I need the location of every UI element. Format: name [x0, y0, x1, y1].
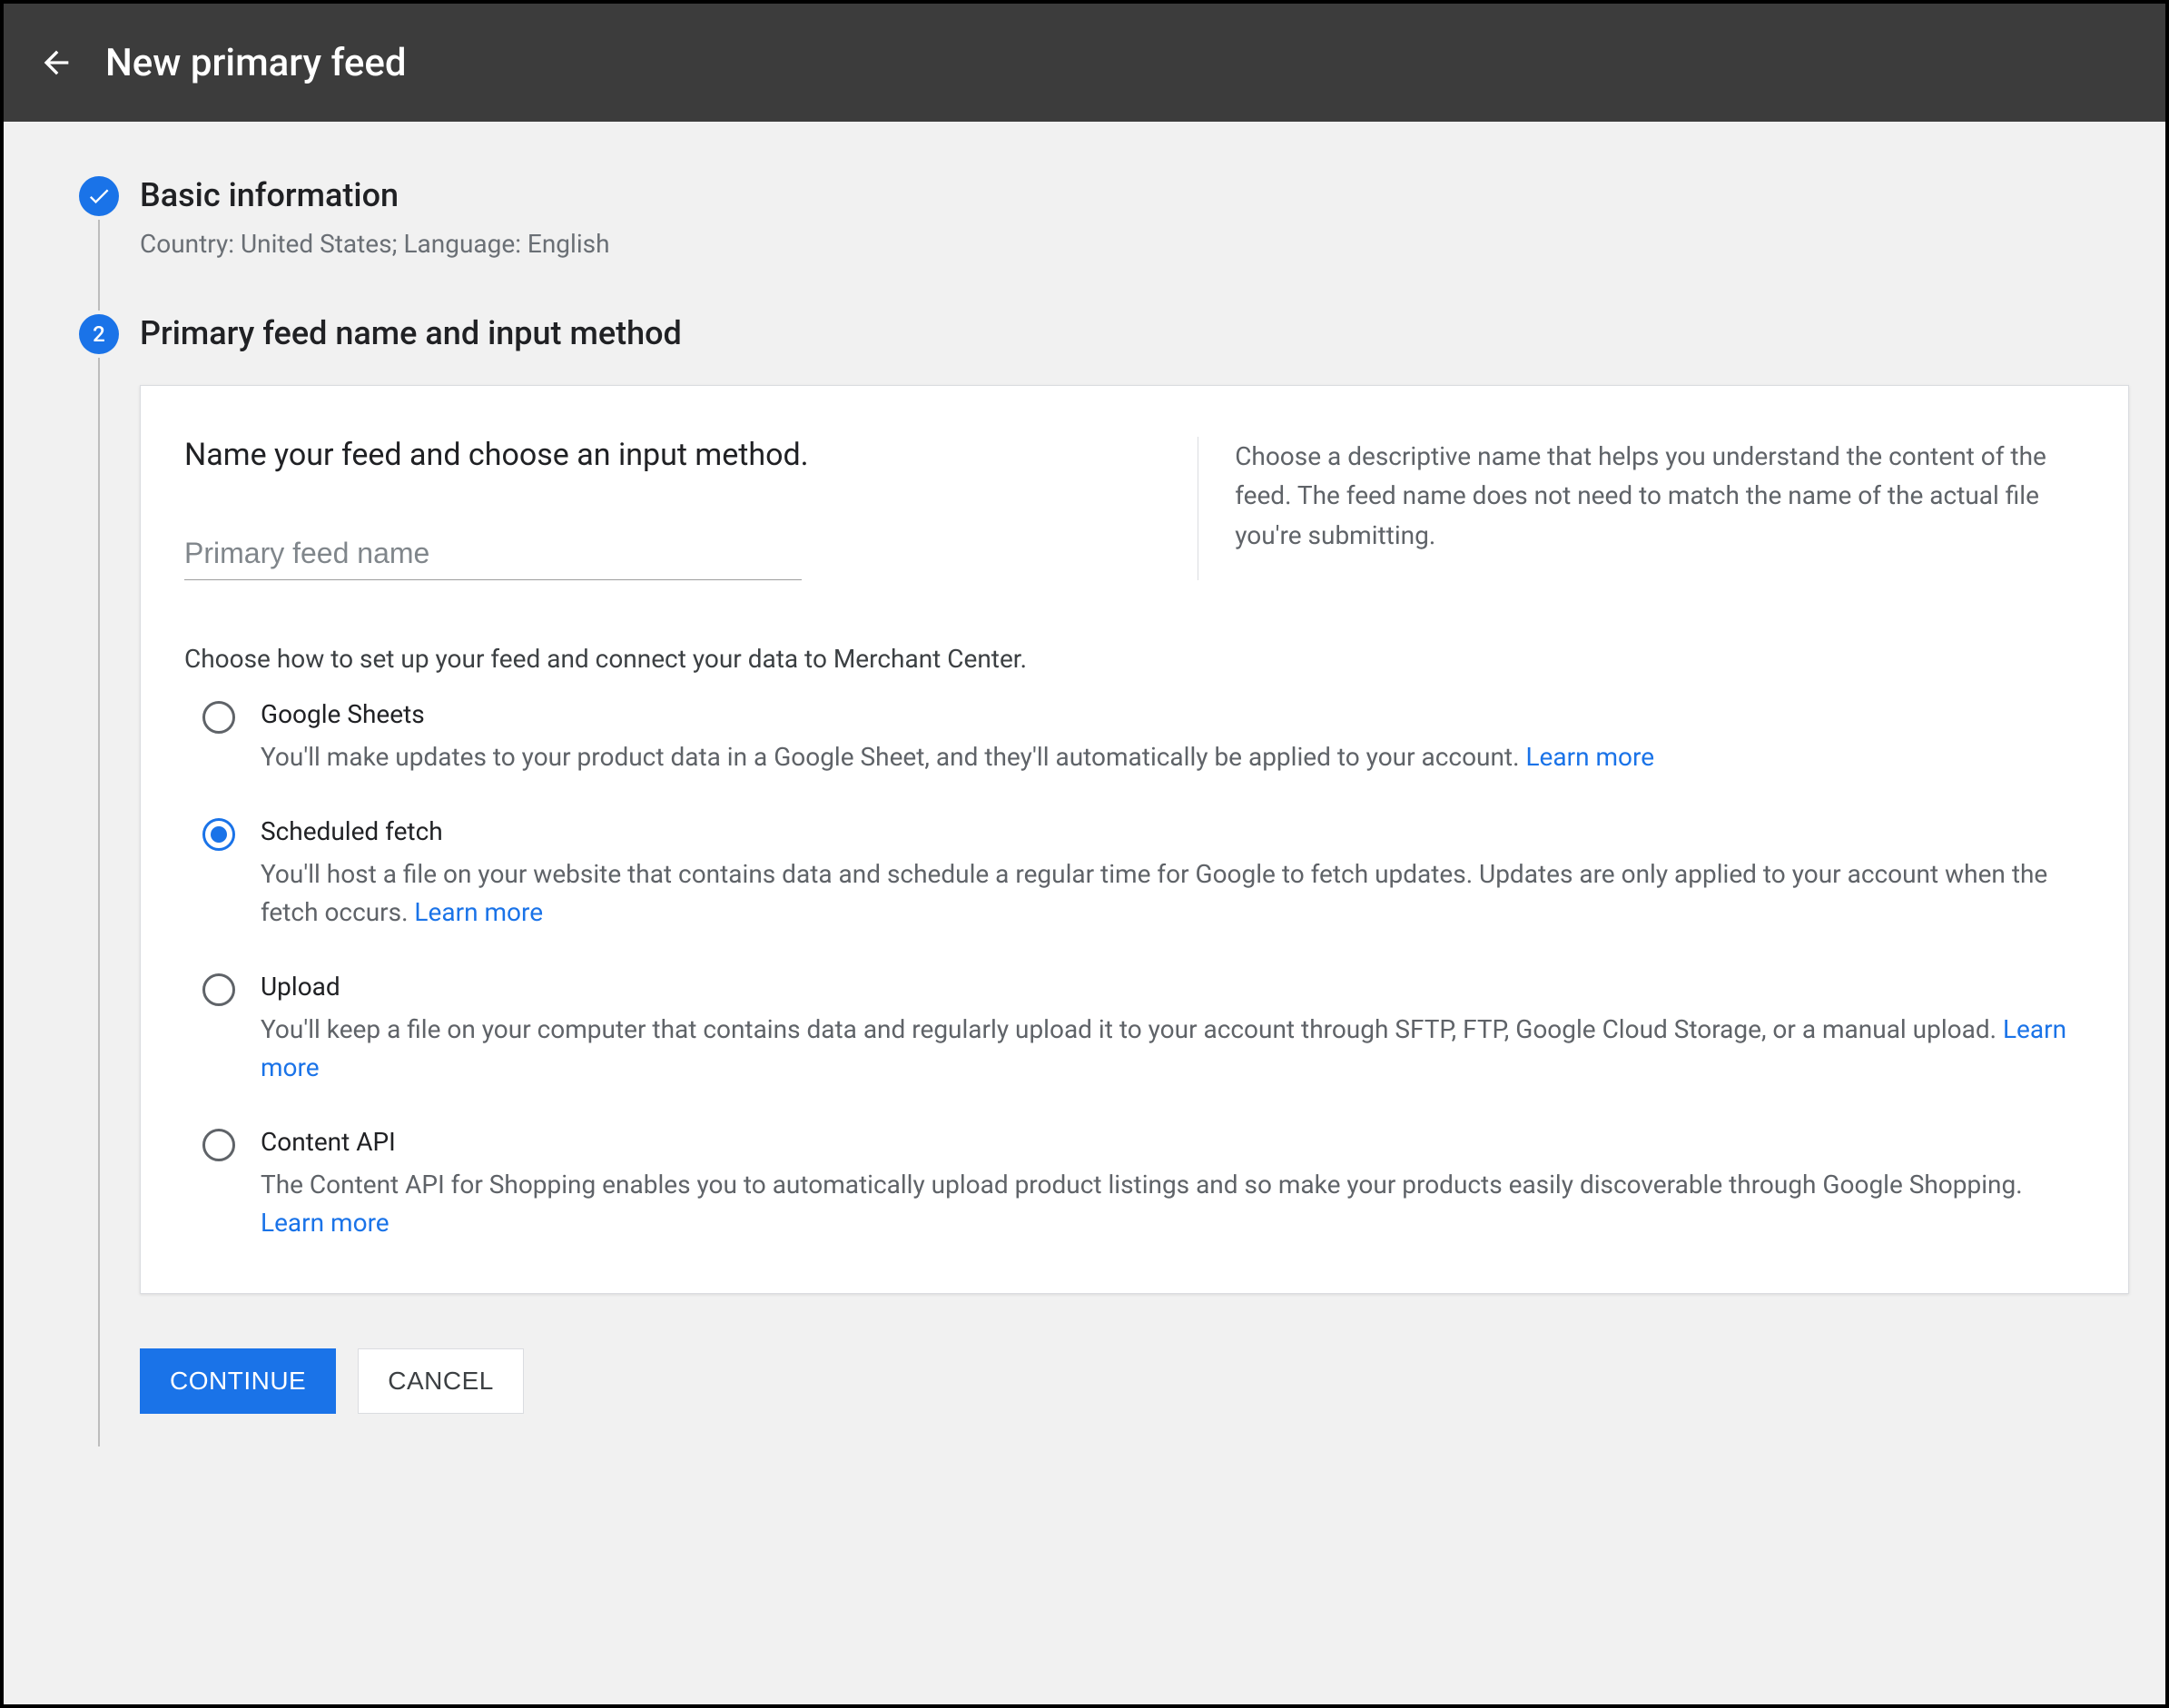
- step-feed-name: 2 Primary feed name and input method Nam…: [58, 314, 2129, 1450]
- step-number-icon: 2: [79, 314, 119, 354]
- cancel-button[interactable]: CANCEL: [358, 1348, 524, 1414]
- radio-description: You'll host a file on your website that …: [261, 855, 2085, 932]
- radio-option-upload[interactable]: Upload You'll keep a file on your comput…: [202, 972, 2085, 1087]
- step1-title: Basic information: [140, 176, 2129, 214]
- radio-title: Content API: [261, 1127, 2085, 1157]
- card-heading: Name your feed and choose an input metho…: [184, 437, 1161, 473]
- radio-icon: [202, 1129, 235, 1161]
- back-button[interactable]: [29, 35, 84, 90]
- radio-option-google-sheets[interactable]: Google Sheets You'll make updates to you…: [202, 699, 2085, 776]
- continue-button[interactable]: CONTINUE: [140, 1348, 336, 1414]
- radio-icon: [202, 973, 235, 1006]
- step-basic-information: Basic information Country: United States…: [58, 176, 2129, 314]
- radio-description: You'll keep a file on your computer that…: [261, 1011, 2085, 1087]
- step-connector-line: [98, 358, 100, 1446]
- page-title: New primary feed: [105, 41, 407, 85]
- radio-icon: [202, 701, 235, 734]
- step2-card: Name your feed and choose an input metho…: [140, 385, 2129, 1294]
- radio-option-content-api[interactable]: Content API The Content API for Shopping…: [202, 1127, 2085, 1242]
- radio-desc-text: The Content API for Shopping enables you…: [261, 1170, 2023, 1200]
- learn-more-link[interactable]: Learn more: [261, 1208, 389, 1238]
- radio-title: Scheduled fetch: [261, 816, 2085, 846]
- action-button-row: CONTINUE CANCEL: [140, 1348, 2129, 1414]
- check-icon: [86, 183, 112, 209]
- help-text: Choose a descriptive name that helps you…: [1198, 437, 2085, 580]
- step1-summary: Country: United States; Language: Englis…: [140, 229, 2129, 259]
- primary-feed-name-input[interactable]: [184, 528, 802, 580]
- step-completed-icon: [79, 176, 119, 216]
- arrow-left-icon: [38, 44, 74, 81]
- radio-desc-text: You'll keep a file on your computer that…: [261, 1014, 2003, 1044]
- radio-title: Google Sheets: [261, 699, 2085, 729]
- choose-method-label: Choose how to set up your feed and conne…: [184, 644, 2085, 674]
- radio-dot-icon: [211, 826, 227, 843]
- learn-more-link[interactable]: Learn more: [414, 897, 543, 927]
- learn-more-link[interactable]: Learn more: [1525, 742, 1654, 772]
- radio-option-scheduled-fetch[interactable]: Scheduled fetch You'll host a file on yo…: [202, 816, 2085, 932]
- radio-icon-selected: [202, 818, 235, 851]
- radio-description: You'll make updates to your product data…: [261, 738, 2085, 776]
- step2-title: Primary feed name and input method: [140, 314, 2129, 352]
- step-connector-line: [98, 220, 100, 311]
- radio-title: Upload: [261, 972, 2085, 1002]
- radio-desc-text: You'll make updates to your product data…: [261, 742, 1525, 772]
- header-bar: New primary feed: [4, 4, 2165, 122]
- input-method-radio-group: Google Sheets You'll make updates to you…: [184, 699, 2085, 1242]
- radio-description: The Content API for Shopping enables you…: [261, 1166, 2085, 1242]
